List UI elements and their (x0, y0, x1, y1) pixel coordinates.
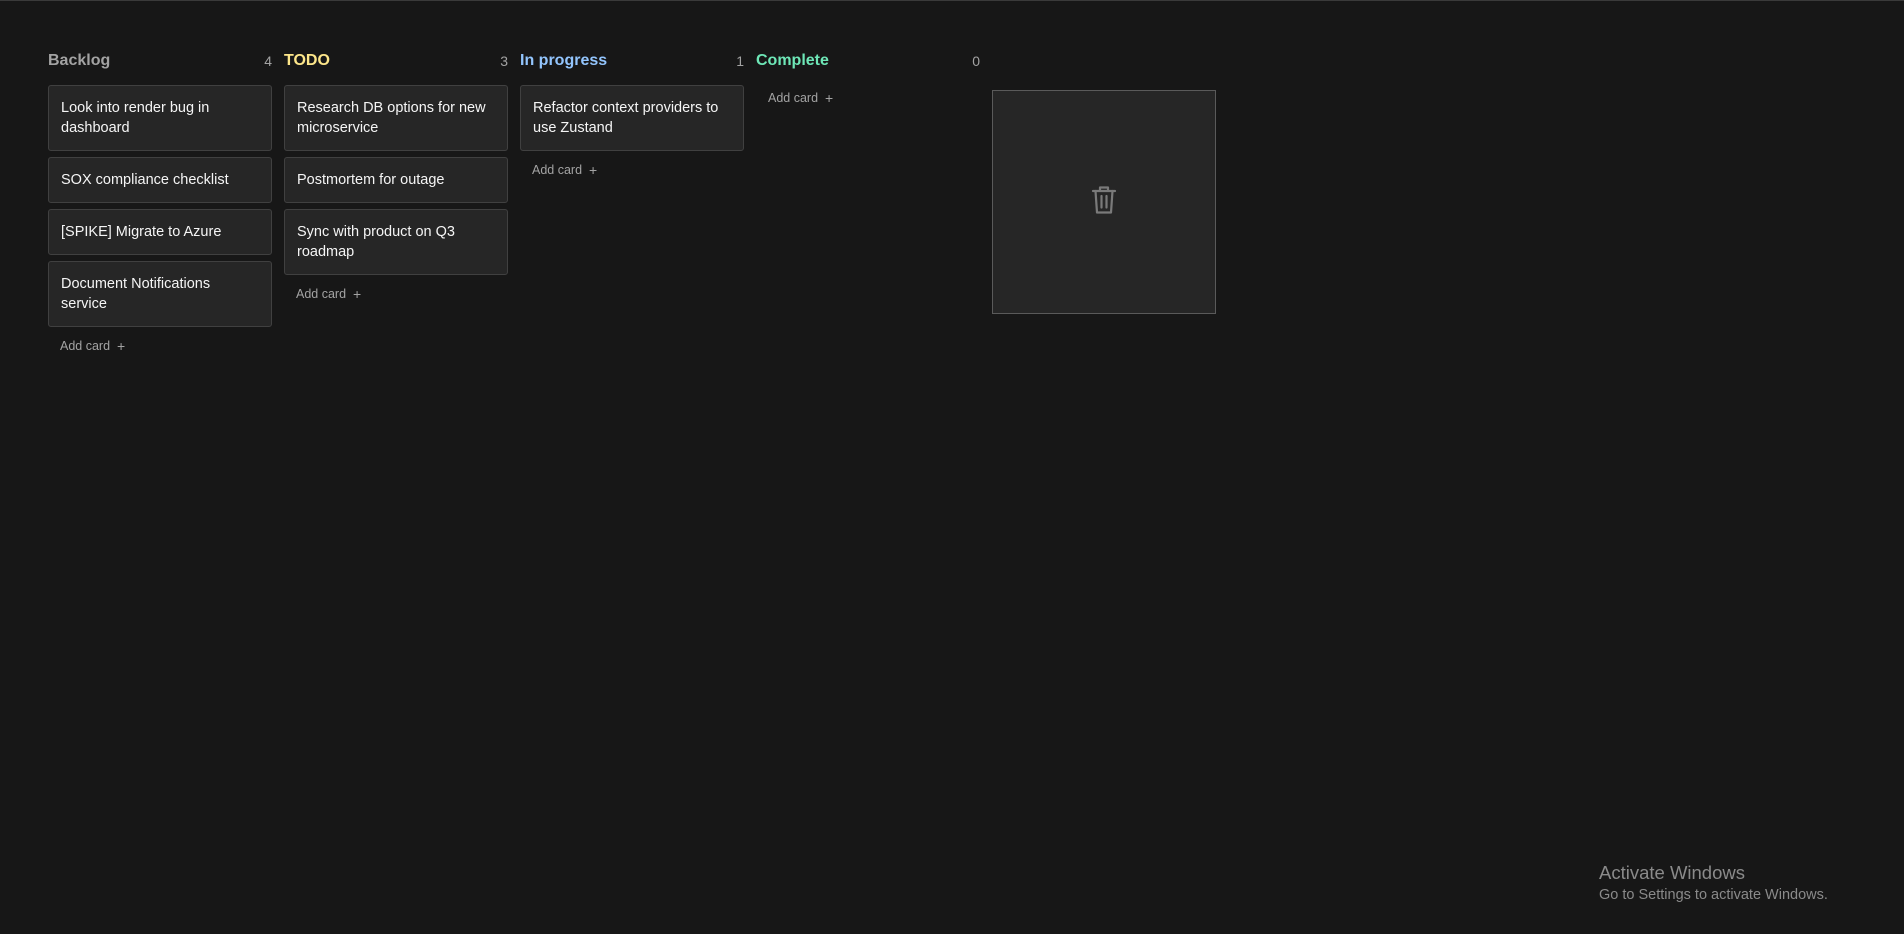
kanban-page: Backlog 4 Look into render bug in dashbo… (0, 0, 1904, 934)
card[interactable]: Sync with product on Q3 roadmap (284, 209, 508, 275)
column-count: 3 (500, 53, 508, 69)
add-card-button[interactable]: Add card + (284, 281, 373, 307)
trash-icon (1091, 185, 1117, 220)
add-card-button[interactable]: Add card + (756, 85, 845, 111)
add-card-label: Add card (60, 339, 111, 353)
column-header: Complete 0 (756, 49, 980, 73)
add-card-label: Add card (532, 163, 583, 177)
column-count: 0 (972, 53, 980, 69)
plus-icon: + (353, 286, 362, 302)
add-card-label: Add card (768, 91, 819, 105)
column-count: 1 (736, 53, 744, 69)
kanban-board: Backlog 4 Look into render bug in dashbo… (48, 49, 980, 359)
add-card-button[interactable]: Add card + (48, 333, 137, 359)
column-header: In progress 1 (520, 49, 744, 73)
trash-drop-zone[interactable] (992, 90, 1216, 314)
card[interactable]: Refactor context providers to use Zustan… (520, 85, 744, 151)
add-card-label: Add card (296, 287, 347, 301)
column-header: TODO 3 (284, 49, 508, 73)
column-backlog: Backlog 4 Look into render bug in dashbo… (48, 49, 272, 359)
card[interactable]: Research DB options for new microservice (284, 85, 508, 151)
card[interactable]: Look into render bug in dashboard (48, 85, 272, 151)
column-title: Complete (756, 52, 829, 69)
column-in-progress: In progress 1 Refactor context providers… (520, 49, 744, 359)
card[interactable]: Document Notifications service (48, 261, 272, 327)
card[interactable]: [SPIKE] Migrate to Azure (48, 209, 272, 255)
column-title: TODO (284, 52, 330, 69)
watermark-subtitle: Go to Settings to activate Windows. (1599, 887, 1828, 903)
add-card-button[interactable]: Add card + (520, 157, 609, 183)
column-count: 4 (264, 53, 272, 69)
column-title: In progress (520, 52, 608, 69)
plus-icon: + (825, 90, 834, 106)
windows-activation-watermark: Activate Windows Go to Settings to activ… (1599, 861, 1828, 905)
watermark-title: Activate Windows (1599, 862, 1745, 883)
column-title: Backlog (48, 52, 111, 69)
plus-icon: + (589, 162, 598, 178)
column-todo: TODO 3 Research DB options for new micro… (284, 49, 508, 359)
card[interactable]: SOX compliance checklist (48, 157, 272, 203)
column-header: Backlog 4 (48, 49, 272, 73)
column-complete: Complete 0 Add card + (756, 49, 980, 359)
card[interactable]: Postmortem for outage (284, 157, 508, 203)
plus-icon: + (117, 338, 126, 354)
